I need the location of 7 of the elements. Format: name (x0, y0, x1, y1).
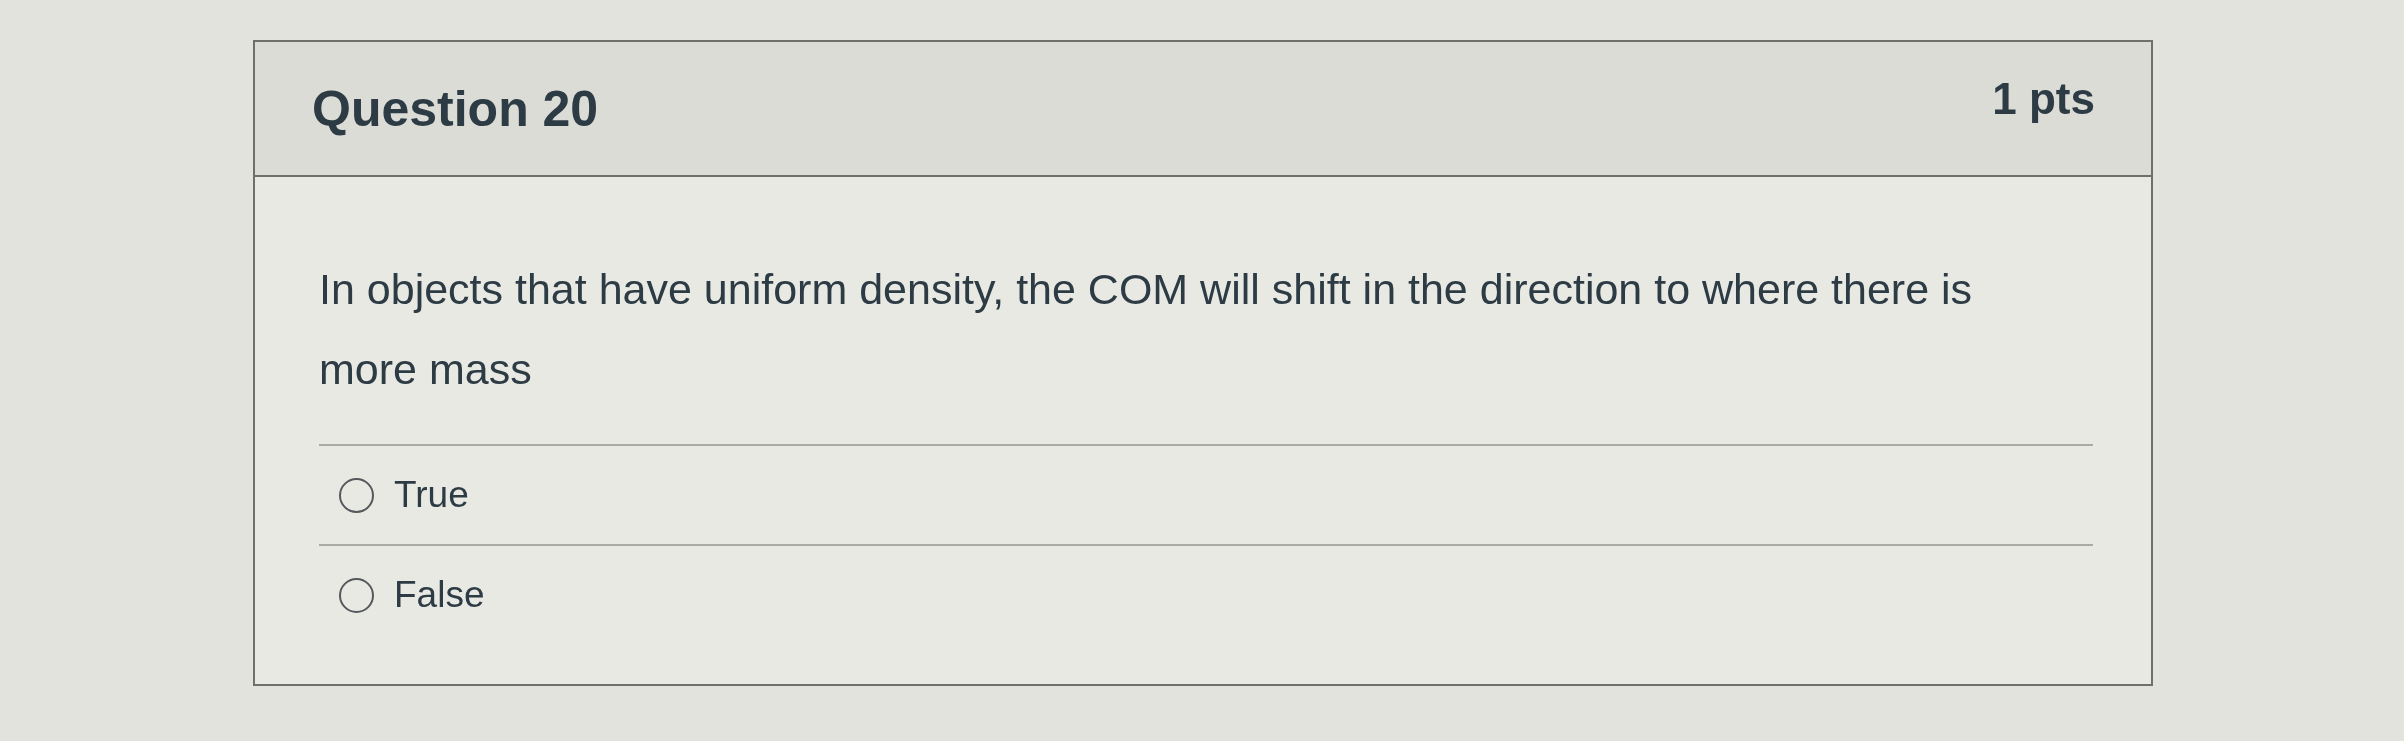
radio-button[interactable] (339, 477, 374, 513)
points-label: 1 pts (1992, 73, 2095, 124)
question-title: Question 20 (312, 79, 599, 138)
answer-label[interactable]: True (394, 474, 469, 516)
answer-label[interactable]: False (394, 574, 485, 616)
question-text: In objects that have uniform density, the COM will shift in the direction to where there is more mass (319, 264, 1974, 395)
radio-button[interactable] (339, 577, 374, 613)
